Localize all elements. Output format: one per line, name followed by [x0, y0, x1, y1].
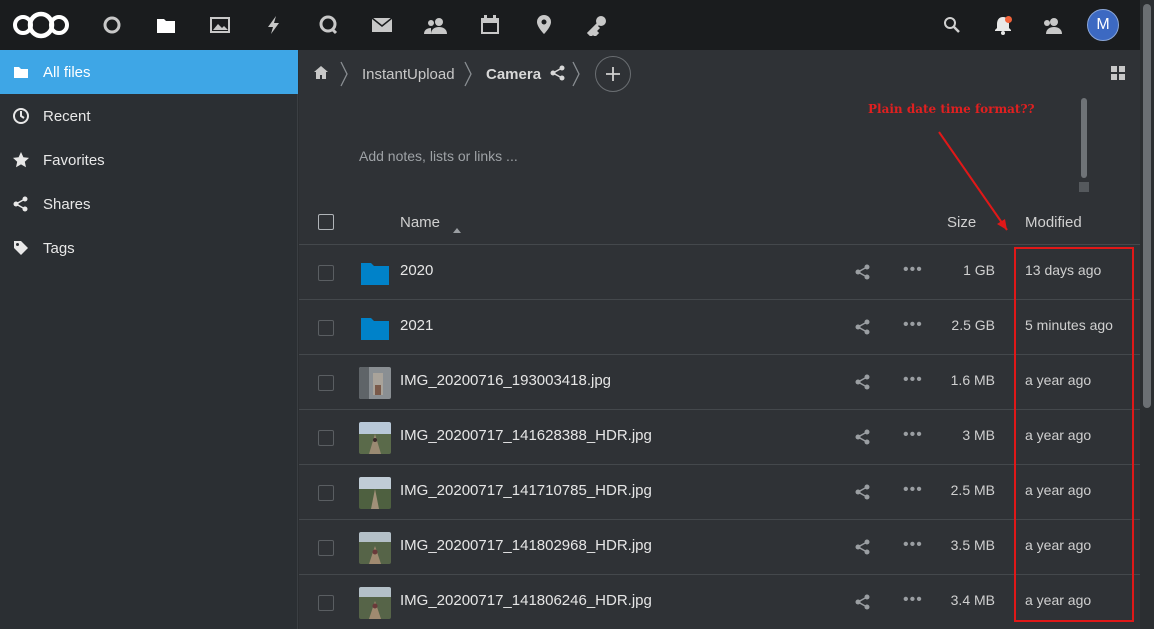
share-icon[interactable]	[855, 594, 871, 615]
file-name[interactable]: IMG_20200717_141710785_HDR.jpg	[400, 482, 652, 499]
image-thumbnail	[359, 532, 391, 564]
page-scrollbar[interactable]	[1140, 0, 1154, 629]
share-icon	[12, 195, 30, 213]
sidebar-item-favorites[interactable]: Favorites	[0, 138, 298, 182]
file-name[interactable]: IMG_20200717_141628388_HDR.jpg	[400, 427, 652, 444]
sort-ascending-icon	[453, 220, 461, 238]
column-header-size[interactable]: Size	[947, 214, 976, 231]
sidebar: All files Recent Favorites Shares Tags	[0, 50, 298, 629]
sidebar-item-label: Tags	[43, 239, 75, 257]
dashboard-icon[interactable]	[95, 8, 129, 42]
file-size: 2.5 MB	[950, 482, 995, 498]
row-checkbox[interactable]	[318, 595, 334, 611]
file-size: 1.6 MB	[950, 372, 995, 388]
file-list-area: InstantUpload Camera Add notes, lists or…	[299, 50, 1140, 629]
file-list-header: Name Size Modified	[299, 200, 1140, 245]
more-actions-icon[interactable]: •••	[903, 371, 923, 389]
file-name[interactable]: IMG_20200717_141802968_HDR.jpg	[400, 537, 652, 554]
sidebar-item-label: Favorites	[43, 151, 105, 169]
file-size: 3.5 MB	[950, 537, 995, 553]
column-header-modified[interactable]: Modified	[1025, 214, 1082, 231]
rich-workspace-notes[interactable]: Add notes, lists or links ...	[359, 148, 518, 164]
image-thumbnail	[359, 587, 391, 619]
folder-icon	[359, 257, 391, 289]
more-actions-icon[interactable]: •••	[903, 591, 923, 609]
share-icon[interactable]	[855, 539, 871, 560]
sidebar-item-label: All files	[43, 63, 91, 81]
scrollbar-thumb[interactable]	[1143, 4, 1151, 408]
select-all-checkbox[interactable]	[318, 214, 334, 230]
plus-icon	[606, 61, 620, 87]
share-icon[interactable]	[855, 484, 871, 505]
more-actions-icon[interactable]: •••	[903, 536, 923, 554]
file-name[interactable]: 2021	[400, 317, 433, 334]
image-thumbnail	[359, 367, 391, 399]
maps-icon[interactable]	[527, 8, 561, 42]
passwords-icon[interactable]	[581, 8, 615, 42]
clock-icon	[12, 107, 30, 125]
home-icon[interactable]	[313, 65, 329, 85]
image-thumbnail	[359, 477, 391, 509]
files-icon[interactable]	[149, 8, 183, 42]
star-icon	[12, 151, 30, 169]
activity-icon[interactable]	[257, 8, 291, 42]
new-file-button[interactable]	[595, 56, 631, 92]
sidebar-item-recent[interactable]: Recent	[0, 94, 298, 138]
mail-icon[interactable]	[365, 8, 399, 42]
image-thumbnail	[359, 422, 391, 454]
file-size: 1 GB	[963, 262, 995, 278]
contacts-icon[interactable]	[419, 8, 453, 42]
top-header: M	[0, 0, 1154, 50]
share-icon[interactable]	[550, 65, 566, 86]
search-icon[interactable]	[935, 8, 969, 42]
calendar-icon[interactable]	[473, 8, 507, 42]
sidebar-item-label: Recent	[43, 107, 91, 125]
file-size: 3 MB	[962, 427, 995, 443]
file-name[interactable]: IMG_20200716_193003418.jpg	[400, 372, 611, 389]
annotation-highlight-box	[1014, 247, 1134, 622]
sidebar-item-shares[interactable]: Shares	[0, 182, 298, 226]
notes-scroll-handle[interactable]	[1079, 98, 1089, 194]
file-size: 3.4 MB	[950, 592, 995, 608]
sidebar-item-tags[interactable]: Tags	[0, 226, 298, 270]
grid-view-icon[interactable]	[1111, 66, 1125, 85]
row-checkbox[interactable]	[318, 540, 334, 556]
nextcloud-logo-icon[interactable]	[10, 10, 72, 45]
file-name[interactable]: IMG_20200717_141806246_HDR.jpg	[400, 592, 652, 609]
share-icon[interactable]	[855, 264, 871, 285]
avatar[interactable]: M	[1087, 9, 1119, 41]
share-icon[interactable]	[855, 429, 871, 450]
column-header-name[interactable]: Name	[400, 214, 440, 231]
row-checkbox[interactable]	[318, 430, 334, 446]
chevron-right-icon	[463, 60, 473, 93]
chevron-right-icon	[339, 60, 349, 93]
more-actions-icon[interactable]: •••	[903, 316, 923, 334]
share-icon[interactable]	[855, 319, 871, 340]
contacts-menu-icon[interactable]	[1036, 8, 1070, 42]
row-checkbox[interactable]	[318, 320, 334, 336]
row-checkbox[interactable]	[318, 265, 334, 281]
sidebar-item-all-files[interactable]: All files	[0, 50, 298, 94]
folder-icon	[12, 63, 30, 81]
more-actions-icon[interactable]: •••	[903, 261, 923, 279]
file-name[interactable]: 2020	[400, 262, 433, 279]
more-actions-icon[interactable]: •••	[903, 426, 923, 444]
tag-icon	[12, 239, 30, 257]
row-checkbox[interactable]	[318, 485, 334, 501]
row-checkbox[interactable]	[318, 375, 334, 391]
share-icon[interactable]	[855, 374, 871, 395]
chevron-right-icon	[571, 60, 581, 93]
talk-icon[interactable]	[311, 8, 345, 42]
notifications-bell-icon[interactable]	[986, 8, 1020, 42]
more-actions-icon[interactable]: •••	[903, 481, 923, 499]
breadcrumb-current[interactable]: Camera	[486, 66, 541, 83]
breadcrumb-item[interactable]: InstantUpload	[362, 66, 455, 83]
file-size: 2.5 GB	[951, 317, 995, 333]
notification-badge	[1005, 16, 1012, 23]
sidebar-item-label: Shares	[43, 195, 91, 213]
annotation-label: Plain date time format??	[868, 102, 1035, 116]
photos-icon[interactable]	[203, 8, 237, 42]
folder-icon	[359, 312, 391, 344]
